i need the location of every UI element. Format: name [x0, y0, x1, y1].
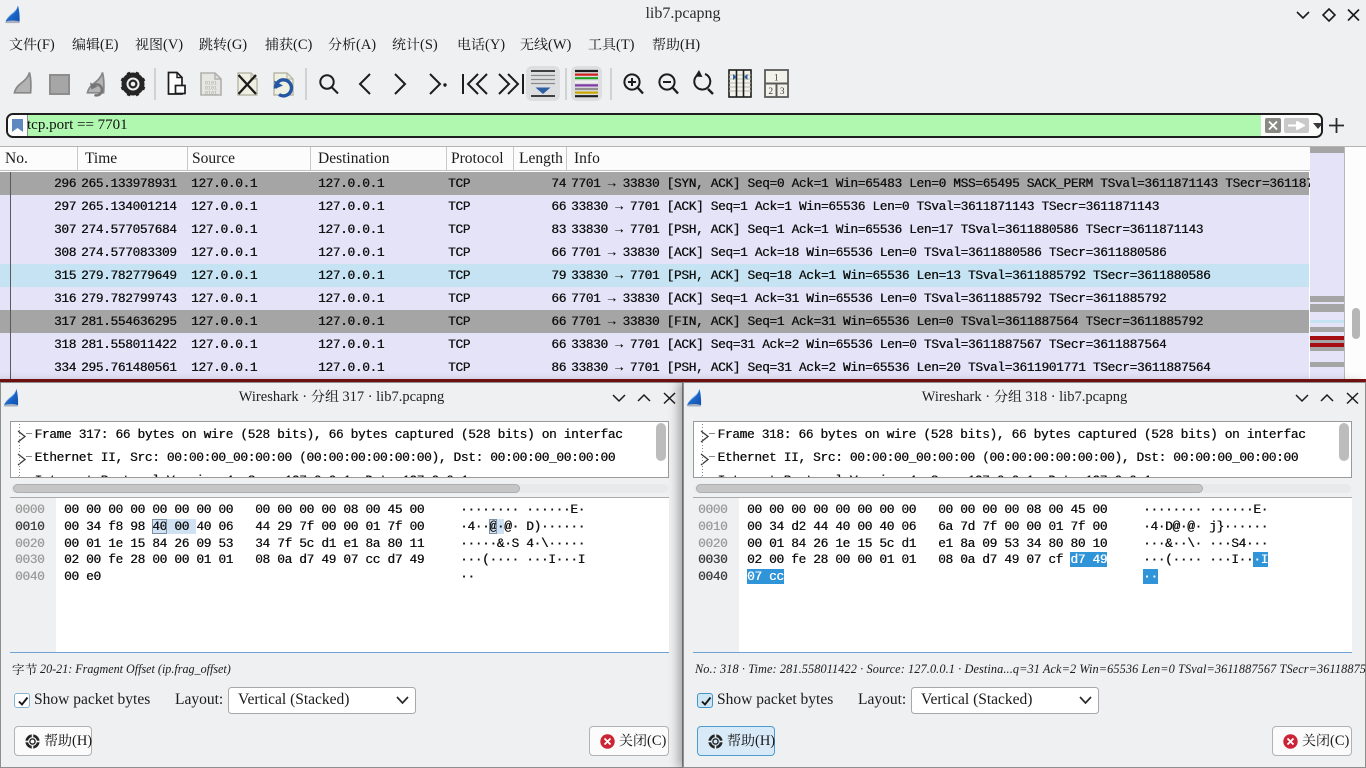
- svg-text:3: 3: [780, 86, 785, 96]
- svg-text:0101: 0101: [205, 91, 217, 97]
- svg-text:1: 1: [774, 73, 779, 83]
- svg-text:2: 2: [769, 86, 774, 96]
